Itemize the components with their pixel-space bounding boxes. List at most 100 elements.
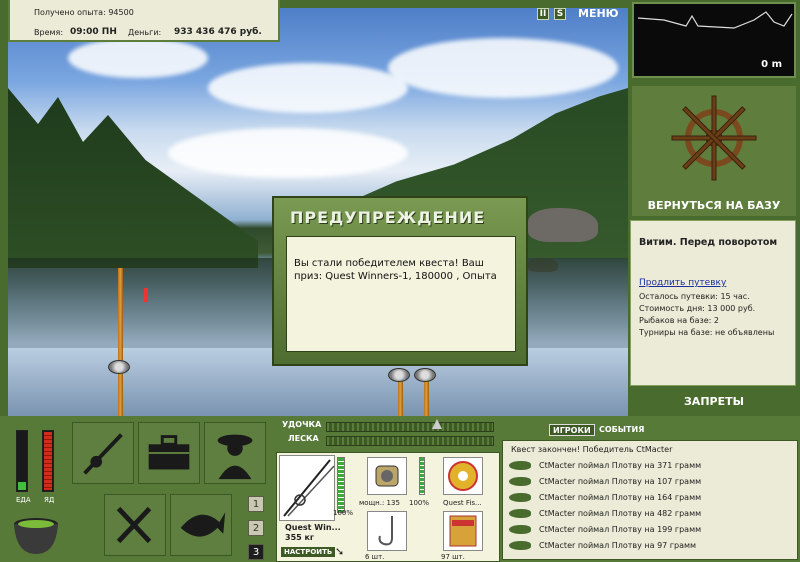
event-row: CtMacter поймал Плотву на 371 грамм bbox=[509, 459, 793, 473]
ship-wheel-icon[interactable] bbox=[670, 94, 758, 182]
hook-item-slot[interactable] bbox=[367, 511, 407, 551]
poison-level bbox=[44, 432, 52, 490]
fish-icon bbox=[509, 493, 531, 502]
rod-condition-percent: 100% bbox=[333, 509, 354, 517]
forest-left bbox=[8, 88, 258, 268]
hook-icon bbox=[378, 516, 393, 546]
poison-label: ЯД bbox=[44, 496, 55, 504]
bait-item-slot[interactable] bbox=[443, 511, 483, 551]
reel-condition-percent: 100% bbox=[409, 499, 430, 507]
depth-readout: 0 m bbox=[761, 59, 782, 70]
menu-button[interactable]: МЕНЮ bbox=[578, 7, 619, 20]
xp-label: Получено опыта: bbox=[34, 8, 106, 17]
permit-hours: Осталось путевки: 15 час. bbox=[639, 292, 750, 301]
xp-value: 94500 bbox=[108, 8, 134, 17]
line-item-name: Quest Fis... bbox=[443, 499, 482, 507]
rod-name: Quest Win... bbox=[285, 523, 341, 532]
location-panel: Витим. Перед поворотом Продлить путевку … bbox=[630, 220, 796, 386]
tackle-panel: 100% Quest Win... 355 кг НАСТРОИТЬ ➘ мощ… bbox=[276, 452, 500, 562]
rod-item-slot[interactable] bbox=[279, 455, 335, 521]
setup-button[interactable]: НАСТРОИТЬ bbox=[281, 547, 336, 557]
fish-icon bbox=[509, 541, 531, 550]
reel-item-icon bbox=[375, 465, 399, 487]
rod-item-icon bbox=[283, 459, 335, 517]
line-spool-icon bbox=[448, 461, 478, 491]
anglers-count: Рыбаков на базе: 2 bbox=[639, 316, 719, 325]
tackle-box-slot[interactable] bbox=[138, 422, 200, 484]
day-cost: Стоимость дня: 13 000 руб. bbox=[639, 304, 756, 313]
rods-slot[interactable] bbox=[72, 422, 134, 484]
bans-button[interactable]: ЗАПРЕТЫ bbox=[632, 392, 796, 412]
angler-slot[interactable] bbox=[204, 422, 266, 484]
event-row: CtMacter поймал Плотву на 107 грамм bbox=[509, 475, 793, 489]
fork-knife-icon bbox=[116, 506, 152, 544]
bait-count: 97 шт. bbox=[441, 553, 465, 561]
rod-reel-icon bbox=[83, 433, 123, 475]
tournaments-info: Турниры на базе: не объявлены bbox=[639, 328, 775, 337]
dialog-message: Вы стали победителем квеста! Ваш приз: Q… bbox=[286, 236, 516, 352]
rock bbox=[528, 208, 598, 242]
tension-marker bbox=[432, 419, 442, 429]
page-1-button[interactable]: 1 bbox=[248, 496, 264, 512]
money-value: 933 436 476 руб. bbox=[174, 27, 262, 37]
time-value: 09:00 ПН bbox=[70, 27, 117, 37]
rod-left[interactable] bbox=[118, 268, 123, 416]
money-label: Деньги: bbox=[128, 28, 162, 37]
reel-power: мощн.: 135 bbox=[359, 499, 400, 507]
hook-count: 6 шт. bbox=[365, 553, 385, 561]
fish-icon bbox=[180, 512, 226, 537]
fish-icon bbox=[509, 525, 531, 534]
location-title: Витим. Перед поворотом bbox=[639, 237, 778, 248]
cloud bbox=[208, 63, 408, 113]
poison-meter bbox=[42, 430, 54, 492]
sound-button[interactable]: S bbox=[554, 8, 566, 20]
fish-icon bbox=[509, 461, 531, 470]
reel-item-slot[interactable] bbox=[367, 457, 407, 495]
permit-info: Осталось путевки: 15 час. Стоимость дня:… bbox=[639, 291, 787, 339]
warning-dialog[interactable]: ПРЕДУПРЕЖДЕНИЕ Вы стали победителем квес… bbox=[272, 196, 528, 366]
catch-slot[interactable] bbox=[170, 494, 232, 556]
fish-icon bbox=[509, 509, 531, 518]
tackle-box-icon bbox=[148, 435, 190, 470]
rod-weight: 355 кг bbox=[285, 533, 315, 542]
food-slot[interactable] bbox=[104, 494, 166, 556]
page-3-button[interactable]: 3 bbox=[248, 544, 264, 560]
float-icon bbox=[144, 288, 148, 302]
rod-tension-bar bbox=[326, 422, 494, 432]
depth-sonar: 0 m bbox=[632, 2, 796, 78]
extend-permit-link[interactable]: Продлить путевку bbox=[639, 278, 787, 288]
line-item-slot[interactable] bbox=[443, 457, 483, 495]
bait-pack-icon bbox=[449, 515, 477, 547]
event-row: CtMacter поймал Плотву на 97 грамм bbox=[509, 539, 793, 553]
events-log: Квест закончен! Победитель CtMacter CtMa… bbox=[502, 440, 798, 560]
return-to-base-button[interactable]: ВЕРНУТЬСЯ НА БАЗУ bbox=[632, 196, 796, 216]
quest-finished-message: Квест закончен! Победитель CtMacter bbox=[511, 445, 673, 454]
angler-icon bbox=[217, 434, 253, 480]
xp-row: Получено опыта: 94500 bbox=[34, 8, 134, 17]
arrow-icon[interactable]: ➘ bbox=[335, 545, 344, 558]
cloud bbox=[388, 38, 618, 98]
food-level bbox=[18, 482, 26, 490]
line-tension-bar bbox=[326, 436, 494, 446]
reel-condition-bar bbox=[419, 457, 425, 495]
line-bar-label: ЛЕСКА bbox=[288, 434, 319, 443]
event-row: CtMacter поймал Плотву на 482 грамм bbox=[509, 507, 793, 521]
rod-condition-bar bbox=[337, 457, 345, 513]
dialog-title: ПРЕДУПРЕЖДЕНИЕ bbox=[290, 208, 486, 227]
reel-middle bbox=[388, 368, 410, 382]
rod-bar-label: УДОЧКА bbox=[282, 420, 322, 429]
tab-players[interactable]: ИГРОКИ bbox=[549, 424, 595, 436]
time-label: Время: bbox=[34, 28, 64, 37]
cauldron-icon[interactable] bbox=[10, 512, 62, 558]
tab-events[interactable]: СОБЫТИЯ bbox=[596, 424, 647, 436]
event-row: CtMacter поймал Плотву на 199 грамм bbox=[509, 523, 793, 537]
status-panel: Получено опыта: 94500 Время: 09:00 ПН Де… bbox=[8, 0, 280, 42]
reel-left bbox=[108, 360, 130, 374]
reel-right bbox=[414, 368, 436, 382]
fish-icon bbox=[509, 477, 531, 486]
event-row: CtMacter поймал Плотву на 164 грамм bbox=[509, 491, 793, 505]
food-meter bbox=[16, 430, 28, 492]
page-2-button[interactable]: 2 bbox=[248, 520, 264, 536]
pause-button[interactable]: II bbox=[537, 8, 549, 20]
cloud bbox=[68, 38, 208, 78]
